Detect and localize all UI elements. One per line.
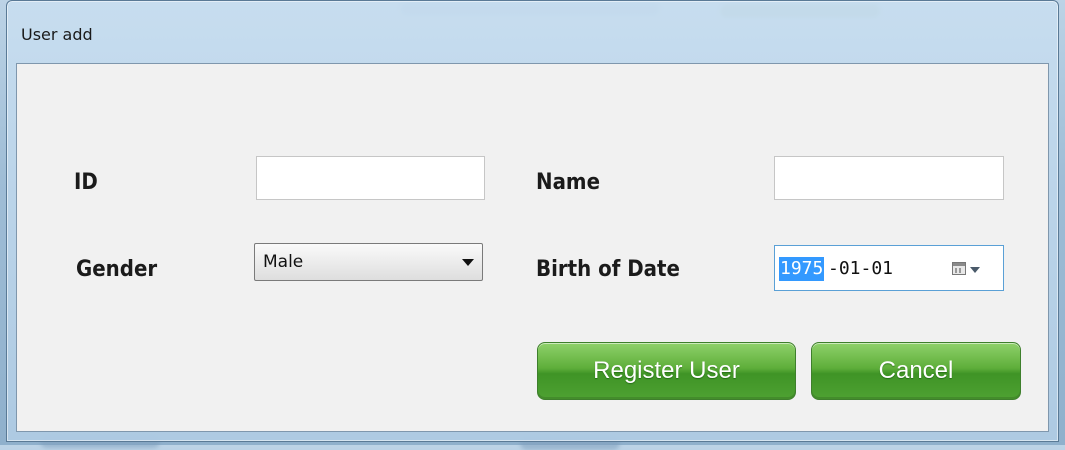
register-user-button[interactable]: Register User xyxy=(537,342,796,400)
birth-month-day[interactable]: -01-01 xyxy=(828,257,893,281)
gender-label: Gender xyxy=(76,257,158,282)
name-label: Name xyxy=(536,170,600,195)
id-label: ID xyxy=(74,170,98,195)
birth-date-picker[interactable]: 1975 -01-01 xyxy=(774,245,1004,291)
name-field[interactable] xyxy=(774,156,1004,200)
calendar-icon[interactable] xyxy=(952,262,966,275)
birth-date-label: Birth of Date xyxy=(536,257,680,282)
title-bar[interactable]: User add xyxy=(7,1,1058,63)
dropdown-arrow-icon[interactable] xyxy=(462,259,474,266)
gender-select-value: Male xyxy=(263,252,304,272)
window-title: User add xyxy=(21,25,93,44)
dialog-body: ID Name Gender Male Birth of Date 1975 -… xyxy=(16,63,1049,432)
chevron-down-icon[interactable] xyxy=(970,267,980,273)
cancel-button[interactable]: Cancel xyxy=(811,342,1021,400)
birth-year-selected[interactable]: 1975 xyxy=(779,257,825,281)
gender-select[interactable]: Male xyxy=(254,243,483,281)
id-field[interactable] xyxy=(256,156,485,200)
user-add-dialog: User add ID Name Gender Male Birth of Da… xyxy=(6,0,1059,442)
